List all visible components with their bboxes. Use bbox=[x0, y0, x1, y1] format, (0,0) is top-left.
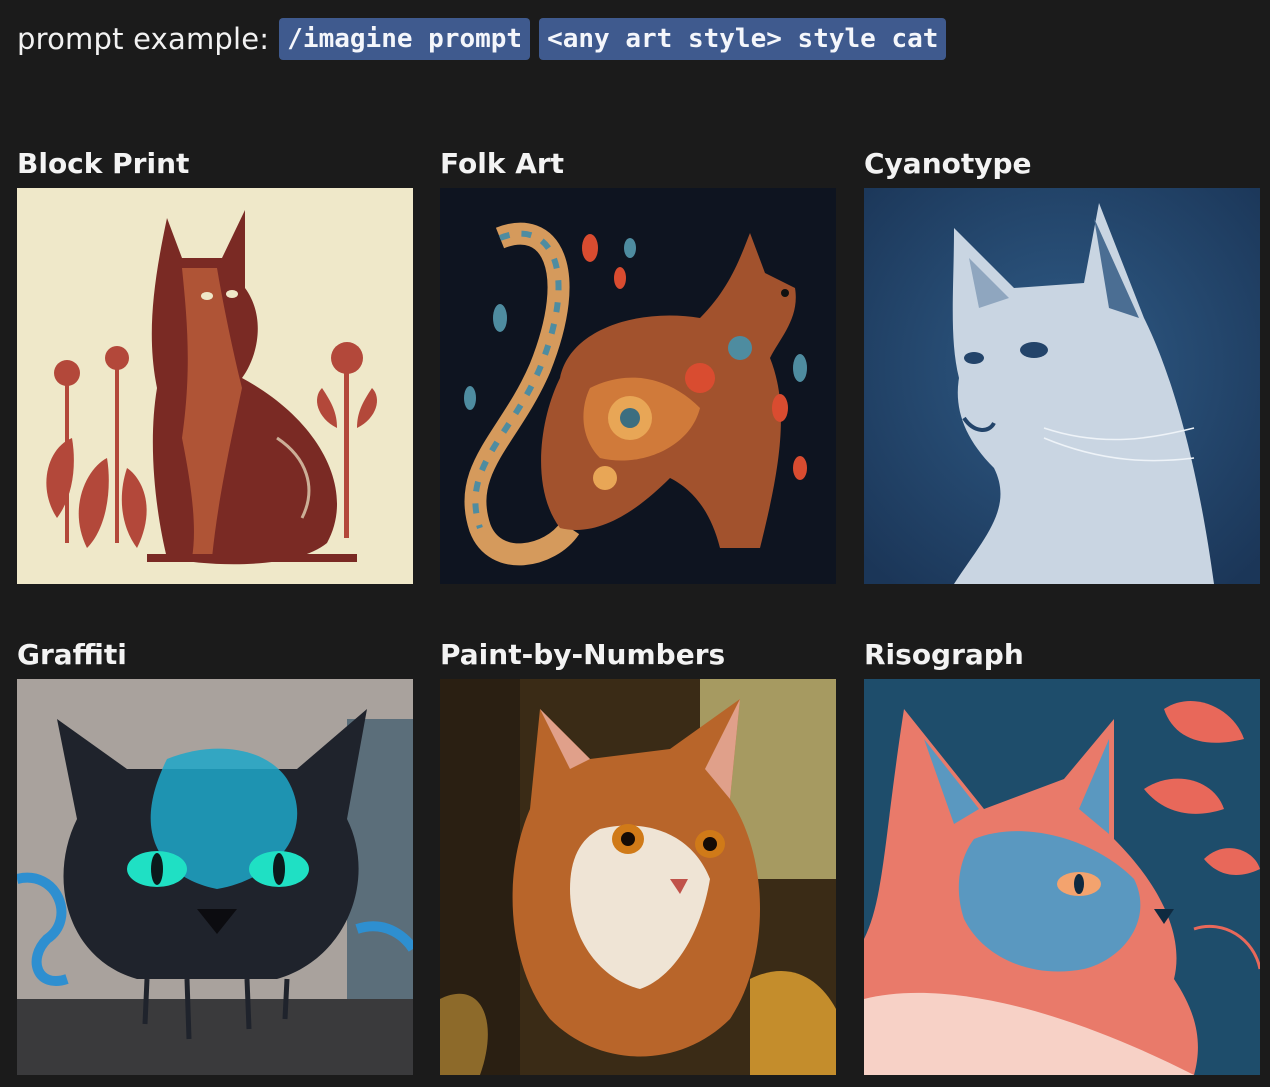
prompt-style-chip: <any art style> style cat bbox=[539, 18, 947, 60]
style-card-risograph: Risograph bbox=[864, 637, 1260, 673]
graffiti-cat-image bbox=[17, 679, 413, 1075]
style-title: Paint-by-Numbers bbox=[440, 638, 726, 671]
style-card-graffiti: Graffiti bbox=[17, 637, 413, 673]
prompt-example: prompt example: /imagine prompt <any art… bbox=[17, 18, 955, 60]
style-title: Risograph bbox=[864, 638, 1024, 671]
style-card-paint-by-numbers: Paint-by-Numbers bbox=[440, 637, 836, 673]
style-card-cyanotype: Cyanotype bbox=[864, 146, 1260, 182]
style-title: Graffiti bbox=[17, 638, 127, 671]
style-title: Cyanotype bbox=[864, 147, 1032, 180]
prompt-command-chip: /imagine prompt bbox=[279, 18, 531, 60]
style-card-block-print: Block Print bbox=[17, 146, 413, 182]
style-title: Folk Art bbox=[440, 147, 565, 180]
risograph-cat-image bbox=[864, 679, 1260, 1075]
style-title: Block Print bbox=[17, 147, 190, 180]
folk-art-cat-image bbox=[440, 188, 836, 584]
block-print-cat-image bbox=[17, 188, 413, 584]
style-card-folk-art: Folk Art bbox=[440, 146, 836, 182]
prompt-label: prompt example: bbox=[17, 22, 270, 56]
paint-by-numbers-cat-image bbox=[440, 679, 836, 1075]
cyanotype-cat-image bbox=[864, 188, 1260, 584]
